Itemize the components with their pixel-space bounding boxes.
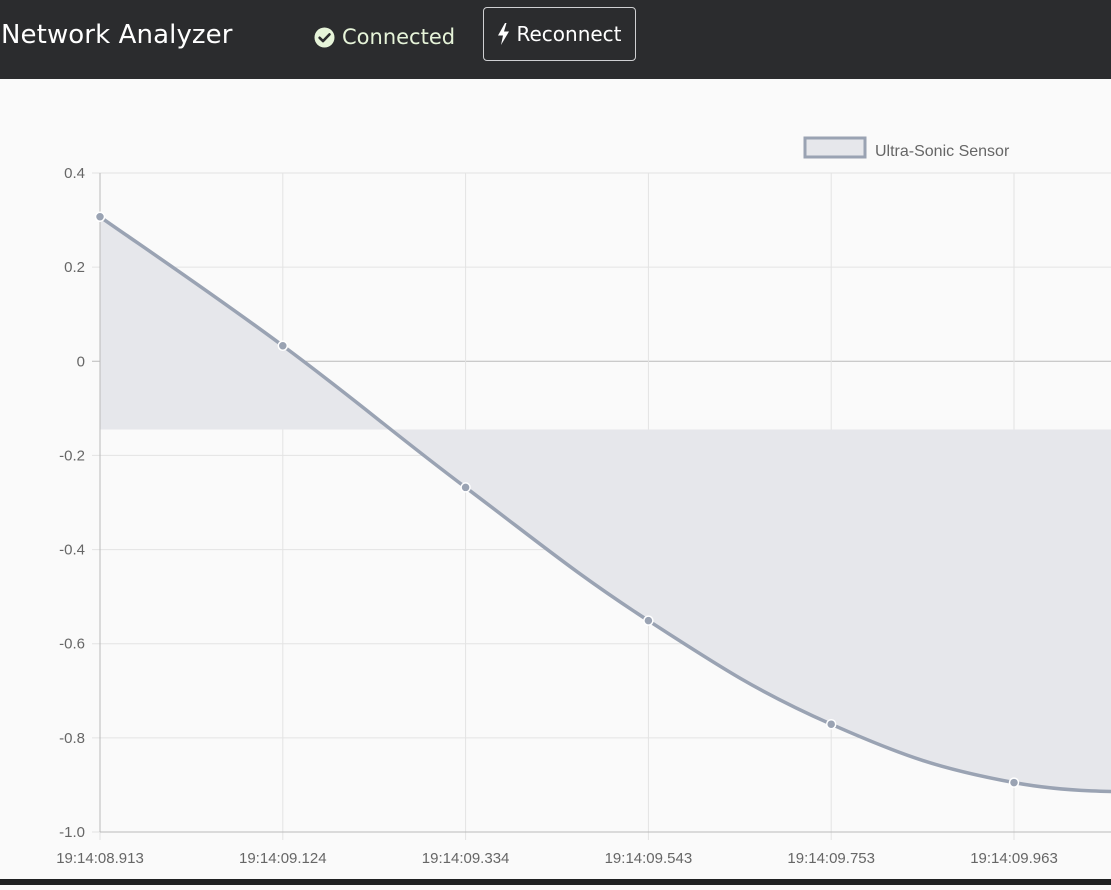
x-tick-label: 19:14:09.124 xyxy=(239,850,327,867)
chart-area: 0.4 0.2 0 -0.2 -0.4 -0.6 -0.8 -1.0 19:14:08.913… xyxy=(0,79,1111,885)
data-point xyxy=(643,615,654,626)
data-point xyxy=(277,340,289,352)
y-tick-label: -1.0 xyxy=(59,824,85,841)
reconnect-label: Reconnect xyxy=(516,22,622,46)
status-label: Connected xyxy=(342,25,456,49)
reconnect-button[interactable]: Reconnect xyxy=(483,7,636,61)
navbar: Network Analyzer Connected Reconnect xyxy=(0,0,1111,79)
sensor-line-chart: 0.4 0.2 0 -0.2 -0.4 -0.6 -0.8 -1.0 19:14:08.913… xyxy=(56,136,1111,867)
y-tick-label: 0.2 xyxy=(64,259,85,276)
data-point xyxy=(94,211,106,223)
taskbar-strip xyxy=(0,879,1111,885)
y-tick-label: -0.8 xyxy=(59,730,85,747)
check-circle-icon xyxy=(314,27,335,48)
data-point xyxy=(460,482,471,493)
lightning-bolt-icon xyxy=(497,23,510,45)
series-fill-area xyxy=(100,216,1111,792)
y-axis-ticks: 0.4 0.2 0 -0.2 -0.4 -0.6 -0.8 -1.0 xyxy=(59,165,85,841)
y-tick-label: -0.2 xyxy=(59,447,85,464)
data-point xyxy=(825,718,837,730)
x-tick-label: 19:14:09.963 xyxy=(970,850,1058,867)
x-tick-label: 19:14:09.753 xyxy=(787,850,875,867)
legend-label: Ultra-Sonic Sensor xyxy=(875,143,1010,160)
x-tick-label: 19:14:09.543 xyxy=(605,850,693,867)
y-tick-label: -0.4 xyxy=(59,542,85,559)
connection-status: Connected xyxy=(314,25,455,49)
y-tick-label: -0.6 xyxy=(59,636,85,653)
y-tick-label: 0.4 xyxy=(64,165,85,182)
data-point xyxy=(1008,777,1020,788)
app-title: Network Analyzer xyxy=(1,20,233,50)
x-tick-label: 19:14:09.334 xyxy=(422,850,510,867)
y-tick-label: 0 xyxy=(77,353,85,370)
x-tick-label: 19:14:08.913 xyxy=(56,850,144,867)
x-axis-ticks: 19:14:08.913 19:14:09.124 19:14:09.334 19:1… xyxy=(56,850,1058,867)
legend-swatch[interactable] xyxy=(803,136,867,159)
chart-fill-area xyxy=(100,216,1111,792)
chart-legend[interactable]: Ultra-Sonic Sensor xyxy=(803,136,1010,160)
